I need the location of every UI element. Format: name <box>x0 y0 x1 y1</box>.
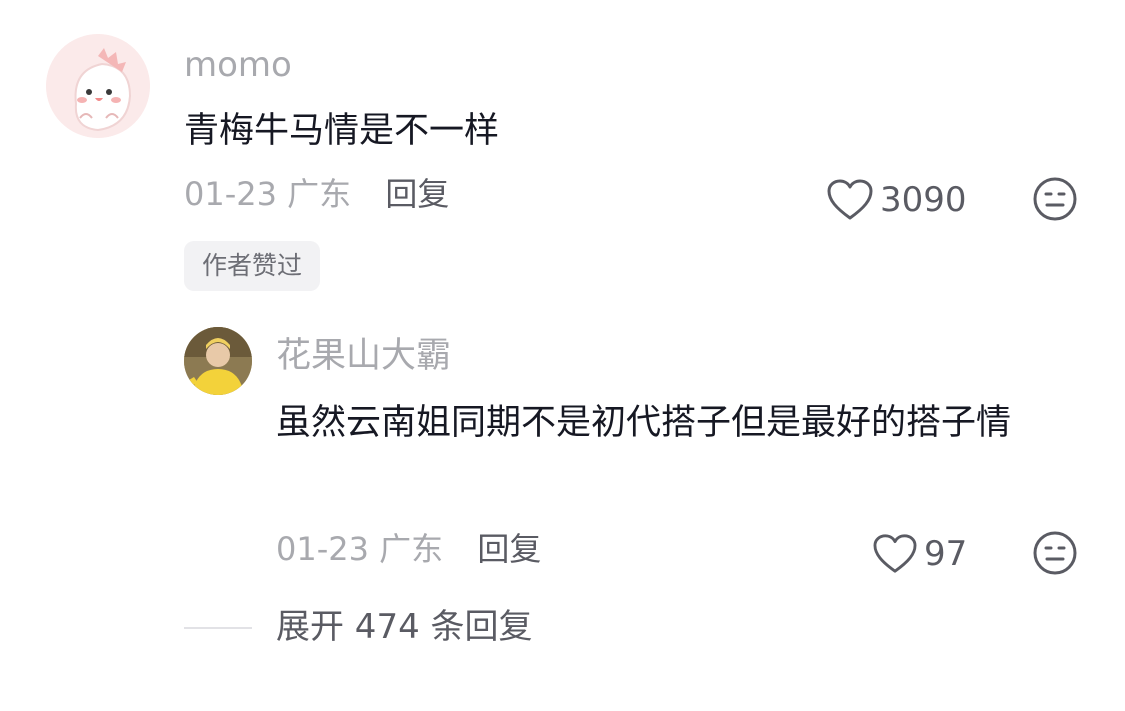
reply-reply-button[interactable]: 回复 <box>477 530 541 568</box>
like-count: 3090 <box>880 180 967 220</box>
reply-user-avatar[interactable] <box>184 327 252 395</box>
reply-like-button[interactable]: 97 <box>872 533 967 575</box>
heart-outline-icon <box>827 179 873 220</box>
expand-divider <box>184 627 252 629</box>
meh-face-icon <box>1033 177 1077 221</box>
comment-text: 青梅牛马情是不一样 <box>184 111 500 151</box>
expand-replies-button[interactable]: 展开 474 条回复 <box>276 610 533 644</box>
comment-date: 01-23 <box>184 175 277 213</box>
reply-date: 01-23 <box>276 530 369 568</box>
dislike-button[interactable] <box>1032 176 1078 222</box>
reply-button[interactable]: 回复 <box>385 175 449 213</box>
comment-thread: momo 青梅牛马情是不一样 01-23 广东 回复 3090 作者赞过 花果山… <box>0 0 1125 711</box>
author-liked-badge: 作者赞过 <box>184 241 321 291</box>
user-avatar[interactable] <box>46 34 150 138</box>
reply-meta: 01-23 广东 回复 <box>276 533 541 565</box>
comment-location: 广东 <box>287 175 352 213</box>
reply-text: 虽然云南姐同期不是初代搭子但是最好的搭子情 <box>276 403 1012 443</box>
heart-outline-icon <box>873 534 917 573</box>
person-yellow-outfit-avatar-icon <box>184 327 252 395</box>
comment-username[interactable]: momo <box>184 48 292 82</box>
cartoon-dinosaur-avatar-icon <box>46 34 150 138</box>
like-button[interactable]: 3090 <box>826 178 967 222</box>
reply-like-count: 97 <box>924 534 968 574</box>
comment-meta: 01-23 广东 回复 <box>184 178 449 210</box>
reply-username[interactable]: 花果山大霸 <box>276 339 451 374</box>
reply-dislike-button[interactable] <box>1032 530 1078 576</box>
reply-location: 广东 <box>379 530 444 568</box>
meh-face-icon <box>1033 531 1077 575</box>
